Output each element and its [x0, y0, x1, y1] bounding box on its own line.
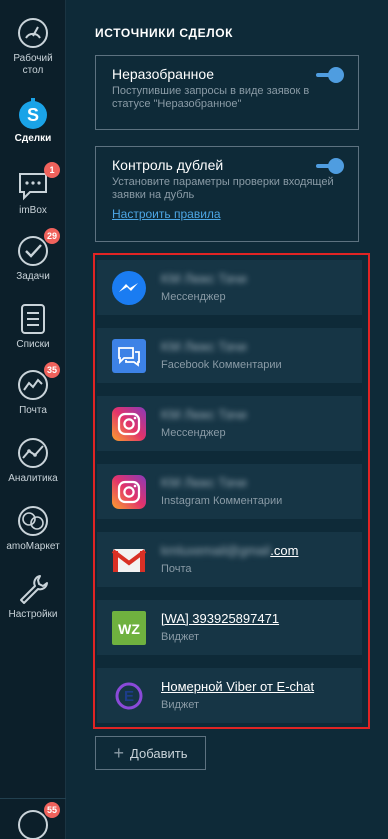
settings-icon	[16, 572, 50, 606]
source-row-viber-widget[interactable]: E Номерной Viber от E-chat Виджет	[97, 668, 362, 723]
source-row-facebook-comments[interactable]: KM Люкс Тачи Facebook Комментарии	[97, 328, 362, 383]
source-name: KM Люкс Тачи	[161, 475, 247, 490]
dashboard-icon	[16, 16, 50, 50]
nav-label-mail: Почта	[19, 405, 47, 416]
unsorted-toggle[interactable]	[316, 67, 344, 83]
market-icon	[16, 504, 50, 538]
wz-icon-text: WZ	[118, 621, 140, 637]
source-row-instagram[interactable]: KM Люкс Тачи Мессенджер	[97, 396, 362, 451]
duplicates-card: Контроль дублей Установите параметры про…	[95, 146, 359, 242]
echat-icon: E	[111, 678, 147, 714]
nav-label-dashboard: Рабочий стол	[13, 53, 53, 76]
left-nav: Рабочий стол S Сделки 1 imBox 29 Задачи …	[0, 0, 66, 839]
source-row-whatsapp-widget[interactable]: WZ [WA] 393925897471 Виджет	[97, 600, 362, 655]
source-type: Почта	[161, 563, 192, 575]
nav-item-market[interactable]: amoМаркет	[0, 504, 66, 553]
instagram-icon	[111, 406, 147, 442]
lists-icon	[16, 302, 50, 336]
source-name: KM Люкс Тачи	[161, 407, 247, 422]
profile-icon: 55	[16, 802, 60, 839]
messenger-icon	[111, 270, 147, 306]
configure-rules-link[interactable]: Настроить правила	[112, 207, 221, 221]
nav-item-analytics[interactable]: Аналитика	[0, 436, 66, 485]
source-name: kmluxemail@gmail.com	[161, 543, 298, 558]
gmail-icon	[111, 542, 147, 578]
nav-item-leads[interactable]: S Сделки	[0, 96, 66, 145]
nav-item-settings[interactable]: Настройки	[0, 572, 66, 621]
nav-label-analytics: Аналитика	[8, 473, 58, 484]
duplicates-toggle[interactable]	[316, 158, 344, 174]
nav-label-leads: Сделки	[14, 133, 52, 144]
nav-label-market: amoМаркет	[6, 541, 60, 552]
mail-icon: 35	[16, 362, 60, 402]
plus-icon: +	[113, 743, 125, 763]
imbox-badge: 1	[44, 162, 60, 178]
source-type: Мессенджер	[161, 291, 226, 303]
analytics-icon	[16, 436, 50, 470]
nav-item-tasks[interactable]: 29 Задачи	[0, 228, 66, 283]
source-row-gmail[interactable]: kmluxemail@gmail.com Почта	[97, 532, 362, 587]
source-email-hidden: kmluxemail@gmail	[161, 543, 271, 558]
nav-label-settings: Настройки	[8, 609, 58, 620]
add-source-label: Добавить	[130, 745, 188, 761]
nav-label-lists: Списки	[16, 339, 50, 350]
section-title: ИСТОЧНИКИ СДЕЛОК	[95, 26, 234, 40]
add-source-button[interactable]: + Добавить	[95, 736, 206, 770]
source-name[interactable]: [WA] 393925897471	[161, 611, 279, 626]
source-type: Instagram Комментарии	[161, 495, 283, 507]
leads-icon: S	[16, 96, 50, 130]
nav-item-profile[interactable]: 55	[0, 802, 66, 839]
tasks-badge: 29	[43, 228, 60, 244]
nav-item-dashboard[interactable]: Рабочий стол	[0, 16, 66, 77]
source-name: KM Люкс Тачи	[161, 339, 247, 354]
nav-divider	[0, 798, 66, 799]
nav-item-mail[interactable]: 35 Почта	[0, 362, 66, 417]
source-row-messenger[interactable]: KM Люкс Тачи Мессенджер	[97, 260, 362, 315]
facebook-comments-icon	[111, 338, 147, 374]
source-type: Виджет	[161, 631, 200, 643]
svg-text:S: S	[27, 105, 39, 125]
source-email-suffix: .com	[270, 543, 299, 558]
tasks-icon: 29	[16, 228, 60, 268]
profile-badge: 55	[43, 802, 60, 818]
source-name: KM Люкс Тачи	[161, 271, 247, 286]
sources-list: KM Люкс Тачи Мессенджер KM Люкс Тачи Fac…	[93, 253, 370, 729]
echat-icon-text: E	[124, 688, 134, 705]
wz-icon: WZ	[111, 610, 147, 646]
unsorted-title: Неразобранное	[112, 66, 214, 82]
nav-label-imbox: imBox	[19, 205, 47, 216]
source-type: Виджет	[161, 699, 200, 711]
unsorted-desc: Поступившие запросы в виде заявок в стат…	[112, 85, 310, 110]
chat-icon: 1	[16, 162, 60, 202]
duplicates-title: Контроль дублей	[112, 157, 224, 173]
unsorted-card: Неразобранное Поступившие запросы в виде…	[95, 55, 359, 130]
mail-badge: 35	[43, 362, 60, 378]
source-type: Мессенджер	[161, 427, 226, 439]
nav-item-lists[interactable]: Списки	[0, 302, 66, 351]
source-row-instagram-comments[interactable]: KM Люкс Тачи Instagram Комментарии	[97, 464, 362, 519]
instagram-icon	[111, 474, 147, 510]
nav-item-imbox[interactable]: 1 imBox	[0, 162, 66, 217]
nav-label-tasks: Задачи	[16, 271, 50, 282]
source-type: Facebook Комментарии	[161, 359, 282, 371]
duplicates-desc: Установите параметры проверки входящей з…	[112, 176, 334, 201]
source-name[interactable]: Номерной Viber от E-chat	[161, 679, 314, 694]
